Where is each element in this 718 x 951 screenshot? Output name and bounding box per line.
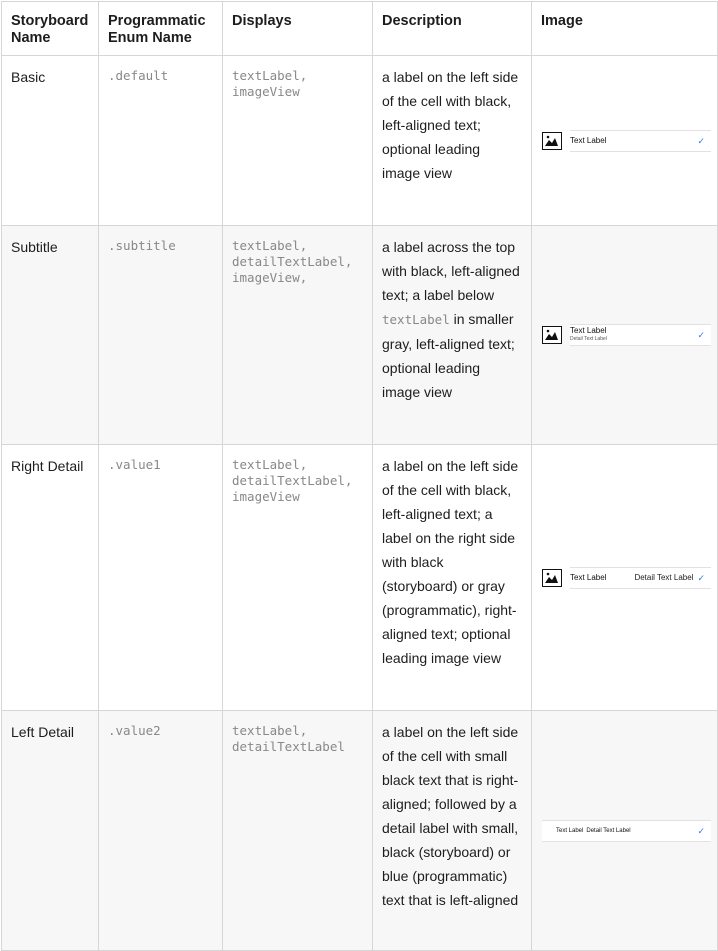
header-image: Image: [531, 1, 718, 56]
header-displays: Displays: [222, 1, 373, 56]
storyboard-name: Right Detail: [1, 444, 99, 711]
detail-text-label: Detail Text Label: [586, 827, 631, 834]
header-description: Description: [372, 1, 532, 56]
image-cell: Text Label Detail Text Label ✓: [531, 710, 718, 951]
checkmark-icon: ✓: [697, 135, 705, 146]
cell-preview: Text Label ✓: [542, 129, 711, 152]
description: a label on the left side of the cell wit…: [372, 55, 532, 226]
image-placeholder-icon: [542, 568, 562, 587]
enum-name: .value1: [108, 457, 161, 472]
table-row: Basic .default textLabel, imageView a la…: [1, 55, 718, 226]
text-label: Text Label: [570, 135, 607, 145]
text-label: Text Label: [570, 326, 607, 335]
table-header-row: Storyboard Name Programmatic Enum Name D…: [1, 1, 718, 56]
description: a label across the top with black, left-…: [372, 225, 532, 445]
text-label: Text Label: [570, 572, 607, 582]
checkmark-icon: ✓: [697, 572, 705, 583]
cell-styles-table: Storyboard Name Programmatic Enum Name D…: [1, 1, 718, 951]
cell-preview: Text Label Detail Text Label ✓: [542, 819, 711, 842]
cell-preview: Text Label Detail Text Label ✓: [542, 566, 711, 589]
header-enum-name: Programmatic Enum Name: [98, 1, 223, 56]
checkmark-icon: ✓: [697, 330, 705, 340]
header-storyboard-name: Storyboard Name: [1, 1, 99, 56]
description: a label on the left side of the cell wit…: [372, 444, 532, 711]
storyboard-name: Subtitle: [1, 225, 99, 445]
image-placeholder-icon: [542, 131, 562, 150]
inline-code: textLabel: [382, 312, 450, 327]
image-cell: Text Label ✓: [531, 55, 718, 226]
image-cell: Text Label Detail Text Label ✓: [531, 444, 718, 711]
text-label: Text Label: [556, 827, 584, 834]
table-row: Right Detail .value1 textLabel, detailTe…: [1, 444, 718, 711]
description: a label on the left side of the cell wit…: [372, 710, 532, 951]
enum-name: .subtitle: [108, 238, 176, 253]
enum-name: .value2: [108, 723, 161, 738]
displays: textLabel, detailTextLabel, imageView: [232, 457, 353, 504]
enum-name: .default: [108, 68, 169, 83]
cell-preview: Text Label Detail Text Label ✓: [542, 324, 711, 346]
checkmark-icon: ✓: [697, 825, 705, 836]
detail-text-label: Detail Text Label: [634, 572, 694, 582]
storyboard-name: Basic: [1, 55, 99, 226]
detail-text-label: Detail Text Label: [570, 336, 607, 342]
storyboard-name: Left Detail: [1, 710, 99, 951]
displays: textLabel, detailTextLabel: [232, 723, 345, 754]
displays: textLabel, detailTextLabel, imageView,: [232, 238, 353, 285]
image-cell: Text Label Detail Text Label ✓: [531, 225, 718, 445]
displays: textLabel, imageView: [232, 68, 308, 99]
table-row: Left Detail .value2 textLabel, detailTex…: [1, 710, 718, 951]
table-row: Subtitle .subtitle textLabel, detailText…: [1, 225, 718, 445]
image-placeholder-icon: [542, 326, 562, 344]
